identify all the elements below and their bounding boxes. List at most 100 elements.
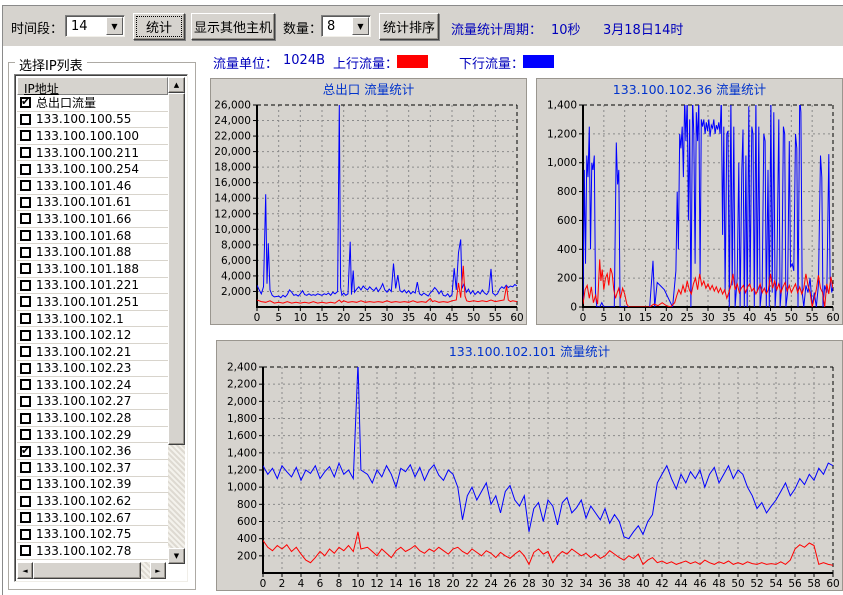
svg-text:30: 30 [701,312,714,324]
list-item[interactable]: 133.100.101.66 [17,211,168,228]
svg-text:600: 600 [557,215,577,227]
checkbox[interactable] [20,512,31,523]
datetime-label: 3月18日14时 [603,19,683,38]
list-item[interactable]: 133.100.101.221 [17,278,168,295]
svg-text:1,000: 1,000 [547,157,577,169]
chevron-down-icon[interactable]: ▼ [106,17,123,35]
list-item[interactable]: 133.100.102.75 [17,526,168,543]
list-item[interactable]: 133.100.102.24 [17,377,168,394]
checkbox[interactable] [20,296,31,307]
svg-text:35: 35 [402,312,415,324]
time-range-label: 时间段： [11,18,63,37]
svg-text:50: 50 [467,312,480,324]
list-item[interactable]: 133.100.101.251 [17,294,168,311]
vertical-scrollbar-thumb[interactable] [168,93,185,445]
list-item[interactable]: 133.100.102.27 [17,394,168,411]
checkbox[interactable] [20,346,31,357]
svg-text:400: 400 [557,244,577,256]
checkbox[interactable] [20,197,31,208]
checkbox[interactable] [20,330,31,341]
checkbox[interactable] [20,280,31,291]
list-item[interactable]: 133.100.101.61 [17,195,168,212]
ip-label: 133.100.101.61 [36,195,131,209]
checkbox[interactable] [20,496,31,507]
checkbox[interactable] [20,213,31,224]
list-item[interactable]: 133.100.101.46 [17,178,168,195]
chevron-down-icon[interactable]: ▼ [352,17,369,35]
list-item[interactable]: 133.100.101.188 [17,261,168,278]
list-item[interactable]: 133.100.102.23 [17,361,168,378]
stat-button[interactable]: 统计 [133,13,185,40]
list-item[interactable]: 133.100.101.68 [17,228,168,245]
checkbox[interactable] [20,462,31,473]
checkbox[interactable] [20,429,31,440]
horizontal-scrollbar-track[interactable] [141,562,150,579]
list-item[interactable]: 133.100.102.36 [17,443,168,460]
ip-label: 133.100.102.62 [36,494,131,508]
horizontal-scrollbar-thumb[interactable] [33,562,141,579]
checkbox[interactable] [20,247,31,258]
download-color-swatch [523,55,554,68]
list-item[interactable]: 总出口流量 [17,95,168,112]
ip-label: 133.100.102.24 [36,378,131,392]
list-item[interactable]: 133.100.100.211 [17,145,168,162]
svg-text:28: 28 [522,578,535,590]
list-item[interactable]: 133.100.102.1 [17,311,168,328]
list-item[interactable]: 133.100.102.85 [17,560,168,561]
list-item[interactable]: 133.100.102.28 [17,410,168,427]
checkbox[interactable] [20,164,31,175]
svg-text:40: 40 [743,312,756,324]
vertical-scrollbar[interactable]: ▲ ▼ [168,77,185,564]
svg-text:4,000: 4,000 [221,270,251,282]
ip-label: 133.100.101.88 [36,245,131,259]
checkbox[interactable] [20,313,31,324]
ip-label: 133.100.100.211 [36,146,139,160]
checkbox[interactable] [20,97,31,108]
svg-text:800: 800 [237,499,257,511]
svg-text:2,000: 2,000 [221,286,251,298]
ip-column-header[interactable]: IP地址 [17,77,168,95]
checkbox[interactable] [20,396,31,407]
list-item[interactable]: 133.100.102.12 [17,327,168,344]
list-item[interactable]: 133.100.101.88 [17,244,168,261]
list-item[interactable]: 133.100.102.29 [17,427,168,444]
checkbox[interactable] [20,263,31,274]
checkbox[interactable] [20,114,31,125]
checkbox[interactable] [20,479,31,490]
list-item[interactable]: 133.100.102.67 [17,510,168,527]
scroll-left-icon[interactable]: ◄ [17,562,33,579]
list-item[interactable]: 133.100.102.39 [17,477,168,494]
unit-label: 流量单位： [213,53,278,72]
scroll-right-icon[interactable]: ► [150,562,166,579]
list-item[interactable]: 133.100.102.37 [17,460,168,477]
checkbox[interactable] [20,446,31,457]
checkbox[interactable] [20,363,31,374]
count-select[interactable]: 8 ▼ [321,15,371,37]
stat-sort-button[interactable]: 统计排序 [379,13,439,40]
horizontal-scrollbar[interactable]: ◄ ► [17,562,166,579]
upload-color-swatch [397,55,428,68]
list-item[interactable]: 133.100.100.55 [17,112,168,129]
checkbox[interactable] [20,147,31,158]
checkbox[interactable] [20,529,31,540]
list-item[interactable]: 133.100.102.62 [17,493,168,510]
vertical-scrollbar-track[interactable] [168,445,185,548]
checkbox[interactable] [20,379,31,390]
count-label: 数量： [283,18,322,37]
checkbox[interactable] [20,180,31,191]
checkbox[interactable] [20,230,31,241]
checkbox[interactable] [20,413,31,424]
checkbox[interactable] [20,545,31,556]
svg-text:20: 20 [660,312,673,324]
show-other-hosts-button[interactable]: 显示其他主机 [191,13,275,40]
list-item[interactable]: 133.100.102.78 [17,543,168,560]
svg-text:30: 30 [380,312,393,324]
checkbox[interactable] [20,130,31,141]
list-item[interactable]: 133.100.100.254 [17,161,168,178]
list-item[interactable]: 133.100.100.100 [17,128,168,145]
scroll-down-icon[interactable]: ▼ [168,548,185,564]
scroll-up-icon[interactable]: ▲ [168,77,185,93]
svg-text:45: 45 [764,312,777,324]
time-range-select[interactable]: 14 ▼ [65,15,125,37]
list-item[interactable]: 133.100.102.21 [17,344,168,361]
